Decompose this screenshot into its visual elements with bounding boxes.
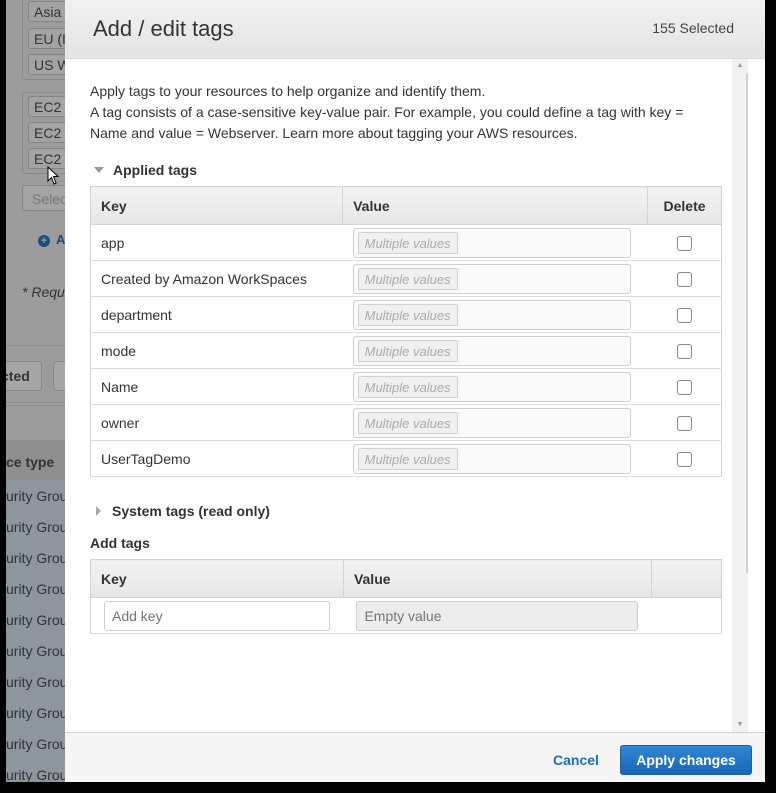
background-add-link[interactable]: + A <box>38 232 65 247</box>
background-button[interactable]: cted <box>6 361 42 391</box>
delete-checkbox[interactable] <box>676 307 692 323</box>
plus-circle-icon: + <box>38 235 50 247</box>
tag-key: department <box>89 296 343 333</box>
tag-value-input[interactable]: Multiple values <box>352 263 631 294</box>
caret-right-icon <box>96 506 101 516</box>
delete-checkbox[interactable] <box>676 235 692 251</box>
background-page: Asia EU (I US W EC2 EC2 EC2 Selec + A * R… <box>6 0 66 782</box>
tag-key: Name <box>89 368 343 405</box>
multiple-values-token: Multiple values <box>357 231 458 254</box>
delete-checkbox[interactable] <box>676 379 692 395</box>
modal-footer: Cancel Apply changes <box>65 732 765 782</box>
delete-checkbox[interactable] <box>676 271 692 287</box>
tag-value-input[interactable]: Multiple values <box>352 407 631 438</box>
add-link-label: A <box>56 232 66 247</box>
table-row: owner Multiple values <box>89 404 722 441</box>
delete-checkbox[interactable] <box>676 415 692 431</box>
modal-title: Add / edit tags <box>93 16 234 41</box>
mouse-cursor-icon <box>47 166 60 185</box>
table-row[interactable]: urity Grou <box>6 542 66 573</box>
screenshot-stage: Asia EU (I US W EC2 EC2 EC2 Selec + A * R… <box>0 0 776 793</box>
multiple-values-token: Multiple values <box>357 375 458 398</box>
table-row[interactable]: urity Grou <box>6 573 66 604</box>
intro-text-line2: A tag consists of a case-sensitive key-v… <box>90 104 684 141</box>
add-edit-tags-modal: Add / edit tags 155 Selected Apply tags … <box>65 0 765 782</box>
divider <box>6 402 66 403</box>
background-table-header: ce type <box>6 440 66 480</box>
tag-value-input[interactable]: Multiple values <box>352 443 631 474</box>
add-tags-heading: Add tags <box>90 535 150 551</box>
tag-key: mode <box>89 332 343 369</box>
table-row[interactable]: urity Grou <box>6 604 66 635</box>
applied-tags-toggle[interactable]: Applied tags <box>90 160 722 180</box>
caret-down-icon <box>94 167 104 173</box>
table-row[interactable]: urity Grou <box>6 635 66 666</box>
cancel-button[interactable]: Cancel <box>553 752 599 768</box>
tag-value-input[interactable]: Multiple values <box>352 371 631 402</box>
multiple-values-token: Multiple values <box>357 339 458 362</box>
tag-value-input[interactable]: Multiple values <box>352 299 631 330</box>
scroll-down-arrow-icon[interactable]: ▼ <box>732 718 748 732</box>
delete-checkbox[interactable] <box>676 451 692 467</box>
system-tags-heading: System tags (read only) <box>112 503 270 519</box>
multiple-values-token: Multiple values <box>357 303 458 326</box>
region-chip[interactable]: US W <box>28 54 66 75</box>
delete-checkbox[interactable] <box>676 343 692 359</box>
table-row[interactable]: urity Grou <box>6 697 66 728</box>
add-tags-table: Key Value <box>90 559 723 634</box>
table-row: department Multiple values <box>89 296 722 333</box>
column-header-value: Value <box>342 559 652 598</box>
modal-header: Add / edit tags 155 Selected <box>65 0 765 59</box>
table-row: UserTagDemo Multiple values <box>89 440 722 477</box>
resource-chip[interactable]: EC2 <box>28 96 66 117</box>
tag-value-input[interactable]: Multiple values <box>352 335 631 366</box>
multiple-values-token: Multiple values <box>357 411 458 434</box>
tag-key: Created by Amazon WorkSpaces <box>89 260 343 297</box>
table-row[interactable]: urity Grou <box>6 759 66 782</box>
system-tags-toggle[interactable]: System tags (read only) <box>90 501 722 521</box>
applied-tags-heading: Applied tags <box>113 162 198 178</box>
column-header-delete: Delete <box>647 186 722 225</box>
vertical-scrollbar[interactable]: ▲ ▼ <box>732 59 748 732</box>
applied-tags-table: Key Value Delete app Multiple values Creat… <box>89 186 722 477</box>
column-header-actions <box>650 559 723 598</box>
modal-body: Apply tags to your resources to help org… <box>65 59 765 732</box>
add-tag-row <box>90 597 723 634</box>
add-value-input[interactable] <box>356 600 639 631</box>
table-row[interactable]: urity Grou <box>6 666 66 697</box>
table-row[interactable]: urity Grou <box>6 728 66 759</box>
region-chip[interactable]: Asia <box>28 1 66 22</box>
divider <box>6 345 66 346</box>
table-row: Name Multiple values <box>89 368 722 405</box>
required-note: * Requ <box>22 284 65 300</box>
scroll-up-arrow-icon[interactable]: ▲ <box>732 59 748 73</box>
tag-value-input[interactable]: Multiple values <box>352 227 631 258</box>
multiple-values-token: Multiple values <box>357 447 458 470</box>
table-row: Created by Amazon WorkSpaces Multiple val… <box>89 260 722 297</box>
region-chip[interactable]: EU (I <box>28 28 66 49</box>
add-key-input[interactable] <box>104 600 330 631</box>
tag-key: UserTagDemo <box>89 440 343 477</box>
table-row: app Multiple values <box>89 224 722 261</box>
column-header-value: Value <box>342 186 649 225</box>
resource-chip[interactable]: EC2 <box>28 122 66 143</box>
multiple-values-token: Multiple values <box>357 267 458 290</box>
column-header-key: Key <box>89 186 344 225</box>
modal-content: Apply tags to your resources to help org… <box>89 81 723 634</box>
table-row[interactable]: urity Grou <box>6 511 66 542</box>
column-header-key: Key <box>90 559 344 598</box>
background-select[interactable]: Selec <box>22 185 66 211</box>
background-table-rows: urity Grou urity Grou urity Grou urity G… <box>6 480 66 782</box>
apply-changes-button[interactable]: Apply changes <box>620 745 752 775</box>
intro-text-line1: Apply tags to your resources to help org… <box>90 83 486 99</box>
divider <box>6 405 66 406</box>
table-row[interactable]: urity Grou <box>6 480 66 511</box>
selected-count: 155 Selected <box>652 20 734 36</box>
table-row: mode Multiple values <box>89 332 722 369</box>
scrollbar-thumb[interactable] <box>746 73 748 573</box>
tag-key: owner <box>89 404 343 441</box>
tag-key: app <box>89 224 343 261</box>
